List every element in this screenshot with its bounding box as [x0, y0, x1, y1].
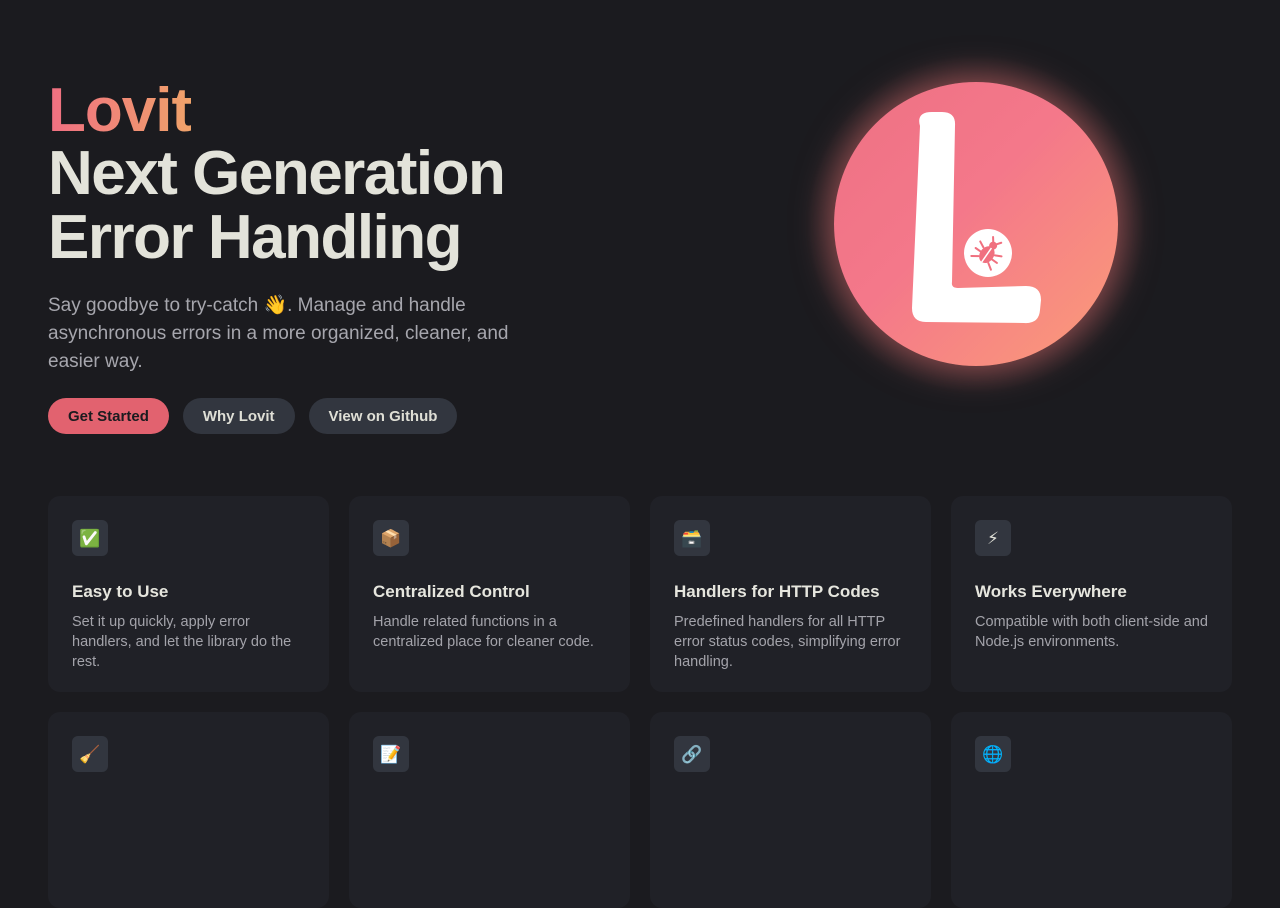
lightning-icon: ⚡ [975, 520, 1011, 556]
feature-card-works-everywhere: ⚡ Works Everywhere Compatible with both … [951, 496, 1232, 692]
feature-title: Works Everywhere [975, 582, 1127, 601]
feature-description: Handle related functions in a centralize… [373, 614, 594, 650]
hero-section: Lovit Next Generation Error Handling Say… [0, 0, 1280, 470]
tagline: Say goodbye to try-catch 👋. Manage and h… [48, 295, 509, 372]
broom-icon: 🧹 [72, 736, 108, 772]
hero-actions: Get Started Why Lovit View on Github [48, 398, 568, 434]
feature-description: Compatible with both client-side and Nod… [975, 614, 1208, 650]
feature-title: Easy to Use [72, 582, 169, 601]
hero-text: Lovit Next Generation Error Handling Say… [48, 78, 568, 434]
package-icon: 📦 [373, 520, 409, 556]
feature-description: Predefined handlers for all HTTP error s… [674, 614, 901, 670]
feature-card-5: 🧹 [48, 712, 329, 908]
logo-circle [834, 82, 1118, 366]
feature-card-http-handlers: 🗃️ Handlers for HTTP Codes Predefined ha… [650, 496, 931, 692]
headline-line-2: Error Handling [48, 203, 463, 272]
why-lovit-button[interactable]: Why Lovit [182, 398, 295, 434]
get-started-button[interactable]: Get Started [48, 398, 169, 434]
feature-card-easy-to-use: ✅ Easy to Use Set it up quickly, apply e… [48, 496, 329, 692]
features-grid: ✅ Easy to Use Set it up quickly, apply e… [48, 496, 1232, 908]
logo-letter-l [912, 112, 1041, 324]
feature-card-8: 🌐 [951, 712, 1232, 908]
feature-card-centralized-control: 📦 Centralized Control Handle related fun… [349, 496, 630, 692]
feature-card-7: 🔗 [650, 712, 931, 908]
feature-title: Centralized Control [373, 582, 530, 601]
headline: Next Generation Error Handling [48, 142, 568, 270]
headline-line-1: Next Generation [48, 139, 506, 208]
view-on-github-button[interactable]: View on Github [308, 398, 458, 434]
memo-icon: 📝 [373, 736, 409, 772]
bug-icon [964, 229, 1012, 277]
feature-card-6: 📝 [349, 712, 630, 908]
link-icon: 🔗 [674, 736, 710, 772]
feature-description: Set it up quickly, apply error handlers,… [72, 614, 292, 670]
hero-logo [804, 52, 1148, 396]
card-file-box-icon: 🗃️ [674, 520, 710, 556]
brand-name: Lovit [48, 76, 192, 145]
globe-icon: 🌐 [975, 736, 1011, 772]
check-mark-icon: ✅ [72, 520, 108, 556]
feature-title: Handlers for HTTP Codes [674, 582, 880, 601]
